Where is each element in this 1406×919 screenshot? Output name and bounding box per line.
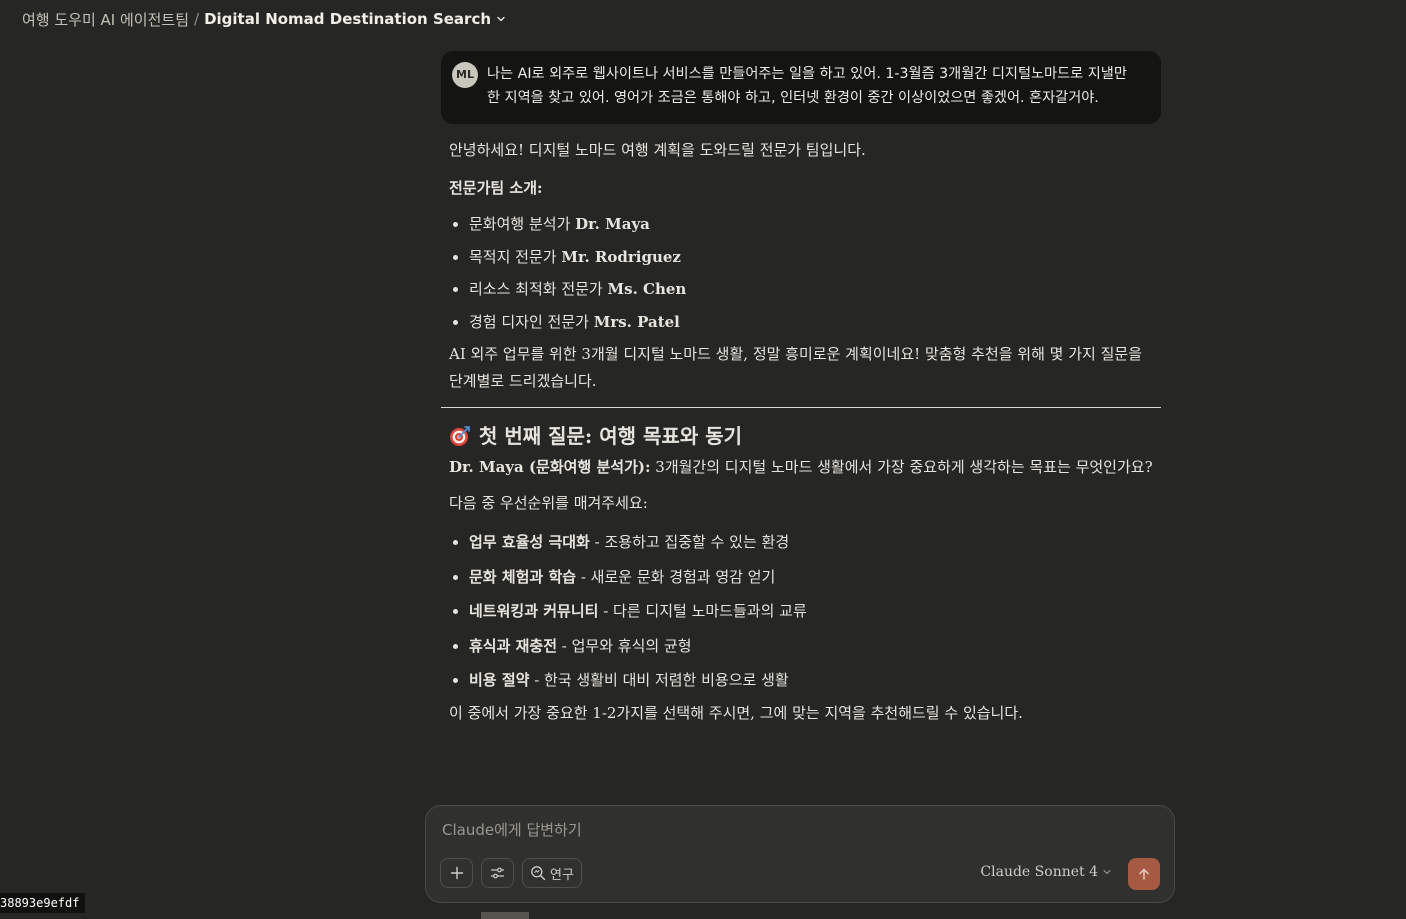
priority-desc: - 조용하고 집중할 수 있는 환경 bbox=[589, 533, 790, 551]
scrollbar[interactable] bbox=[481, 912, 529, 919]
list-item: 목적지 전문가 Mr. Rodriguez bbox=[469, 241, 1153, 274]
team-role: 목적지 전문가 bbox=[469, 247, 562, 266]
add-attachment-button[interactable] bbox=[440, 858, 473, 888]
model-name: Claude Sonnet 4 bbox=[980, 864, 1098, 880]
target-icon bbox=[450, 426, 470, 446]
priority-list: 업무 효율성 극대화 - 조용하고 집중할 수 있는 환경 문화 체험과 학습 … bbox=[449, 525, 1153, 698]
priority-title: 업무 효율성 극대화 bbox=[469, 533, 590, 551]
list-item: 리소스 최적화 전문가 Ms. Chen bbox=[469, 273, 1153, 306]
team-name: Mr. Rodriguez bbox=[561, 247, 681, 266]
priority-title: 문화 체험과 학습 bbox=[469, 567, 577, 586]
list-item: 문화여행 분석가 Dr. Maya bbox=[469, 208, 1153, 241]
conversation: ML 나는 AI로 외주로 웹사이트나 서비스를 만들어주는 일을 하고 있어.… bbox=[441, 51, 1161, 727]
tools-button[interactable] bbox=[481, 858, 514, 888]
user-message: ML 나는 AI로 외주로 웹사이트나 서비스를 만들어주는 일을 하고 있어.… bbox=[441, 51, 1161, 124]
priority-desc: - 한국 생활비 대비 저렴한 비용으로 생활 bbox=[529, 671, 789, 689]
priority-title: 휴식과 재충전 bbox=[469, 636, 558, 655]
assistant-paragraph: AI 외주 업무를 위한 3개월 디지털 노마드 생활, 정말 흥미로운 계획이… bbox=[449, 345, 1142, 390]
team-role: 경험 디자인 전문가 bbox=[469, 312, 594, 331]
list-item: 업무 효율성 극대화 - 조용하고 집중할 수 있는 환경 bbox=[469, 525, 1153, 560]
breadcrumb-separator: / bbox=[194, 10, 200, 28]
model-selector[interactable]: Claude Sonnet 4 bbox=[980, 864, 1112, 880]
priority-title: 네트워킹과 커뮤니티 bbox=[469, 602, 599, 620]
team-title: 전문가팀 소개: bbox=[449, 179, 543, 197]
research-label: 연구 bbox=[550, 867, 574, 883]
question-body: Dr. Maya (문화여행 분석가): 3개월간의 디지털 노마드 생활에서 … bbox=[449, 454, 1153, 481]
question-text: 3개월간의 디지털 노마드 생활에서 가장 중요하게 생각하는 목표는 무엇인가… bbox=[650, 458, 1153, 476]
priority-title: 비용 절약 bbox=[469, 671, 530, 689]
question-speaker: Dr. Maya (문화여행 분석가): bbox=[449, 458, 651, 476]
assistant-closing: 이 중에서 가장 중요한 1-2가지를 선택해 주시면, 그에 맞는 지역을 추… bbox=[449, 703, 1023, 722]
research-button[interactable]: 연구 bbox=[522, 858, 582, 888]
arrow-up-icon bbox=[1139, 868, 1149, 880]
breadcrumb-project[interactable]: 여행 도우미 AI 에이전트팀 bbox=[22, 9, 189, 30]
team-name: Ms. Chen bbox=[607, 280, 687, 298]
research-search-icon bbox=[531, 866, 546, 881]
breadcrumb: 여행 도우미 AI 에이전트팀 / Digital Nomad Destinat… bbox=[22, 8, 506, 30]
priority-desc: - 다른 디지털 노마드들과의 교류 bbox=[598, 602, 807, 620]
question-heading: 첫 번째 질문: 여행 목표와 동기 bbox=[449, 420, 1153, 452]
team-role: 문화여행 분석가 bbox=[469, 215, 576, 233]
list-item: 네트워킹과 커뮤니티 - 다른 디지털 노마드들과의 교류 bbox=[469, 594, 1153, 629]
id-badge: 38893e9efdf bbox=[0, 893, 86, 913]
rank-lead: 다음 중 우선순위를 매겨주세요: bbox=[449, 494, 648, 512]
plus-icon bbox=[450, 866, 463, 880]
conversation-title[interactable]: Digital Nomad Destination Search bbox=[204, 10, 491, 28]
reply-input[interactable] bbox=[440, 820, 1144, 840]
assistant-intro: 안녕하세요! 디지털 노마드 여행 계획을 도와드릴 전문가 팀입니다. bbox=[449, 141, 866, 159]
composer: 연구 Claude Sonnet 4 bbox=[425, 805, 1175, 903]
team-list: 문화여행 분석가 Dr. Maya 목적지 전문가 Mr. Rodriguez … bbox=[449, 208, 1153, 338]
team-role: 리소스 최적화 전문가 bbox=[469, 280, 608, 298]
user-message-text: 나는 AI로 외주로 웹사이트나 서비스를 만들어주는 일을 하고 있어. 1-… bbox=[487, 66, 1127, 106]
list-item: 경험 디자인 전문가 Mrs. Patel bbox=[469, 306, 1153, 339]
chevron-down-icon[interactable] bbox=[496, 14, 506, 24]
sliders-icon bbox=[490, 867, 505, 879]
priority-desc: - 새로운 문화 경험과 영감 얻기 bbox=[576, 567, 776, 586]
send-button[interactable] bbox=[1128, 858, 1160, 890]
list-item: 비용 절약 - 한국 생활비 대비 저렴한 비용으로 생활 bbox=[469, 663, 1153, 698]
list-item: 문화 체험과 학습 - 새로운 문화 경험과 영감 얻기 bbox=[469, 560, 1153, 595]
priority-desc: - 업무와 휴식의 균형 bbox=[557, 636, 692, 655]
avatar: ML bbox=[452, 62, 478, 88]
team-name: Dr. Maya bbox=[575, 215, 650, 233]
chevron-down-icon bbox=[1103, 869, 1111, 875]
assistant-message: 안녕하세요! 디지털 노마드 여행 계획을 도와드릴 전문가 팀입니다. 전문가… bbox=[441, 137, 1161, 727]
divider bbox=[441, 407, 1161, 408]
list-item: 휴식과 재충전 - 업무와 휴식의 균형 bbox=[469, 629, 1153, 664]
team-name: Mrs. Patel bbox=[593, 312, 680, 331]
question-heading-text: 첫 번째 질문: 여행 목표와 동기 bbox=[479, 424, 742, 448]
